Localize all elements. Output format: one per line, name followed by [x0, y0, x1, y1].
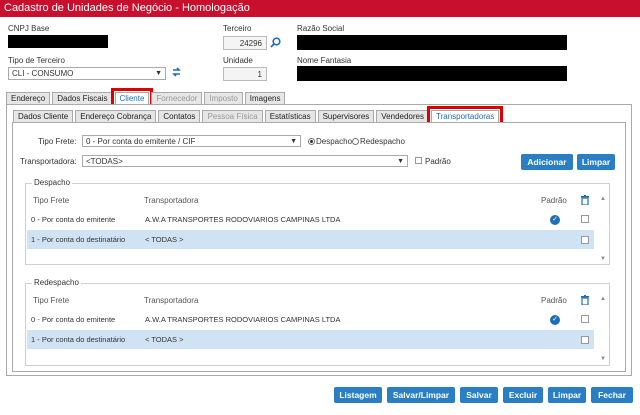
row-tipo: 1 - Por conta do destinatário [31, 335, 126, 344]
row-tipo: 1 - Por conta do destinatário [31, 235, 126, 244]
window-title: Cadastro de Unidades de Negócio - Homolo… [0, 0, 640, 17]
chevron-down-icon: ▼ [155, 70, 162, 77]
limpar-button[interactable]: Limpar [548, 387, 586, 403]
check-circle-icon: ✓ [550, 315, 560, 325]
trash-icon[interactable] [581, 195, 589, 206]
salvar-button[interactable]: Salvar [460, 387, 498, 403]
despacho-header-transportadora: Transportadora [144, 196, 199, 205]
redespacho-header-transportadora: Transportadora [144, 296, 199, 305]
tab-imposto[interactable]: Imposto [204, 92, 243, 104]
tab-cliente[interactable]: Cliente [110, 88, 154, 108]
tab-contatos[interactable]: Contatos [158, 110, 201, 122]
despacho-header-tipo: Tipo Frete [33, 196, 70, 205]
unidade-field[interactable]: 1 [223, 67, 267, 81]
tab-pessoa-fisica[interactable]: Pessoa Física [202, 110, 263, 122]
despacho-title: Despacho [32, 178, 73, 187]
row-transportadora: < TODAS > [145, 235, 184, 244]
tipo-terceiro-select[interactable]: CLI - CONSUMO ▼ [8, 67, 166, 80]
redespacho-title: Redespacho [32, 278, 81, 287]
tipo-terceiro-label: Tipo de Terceiro [8, 56, 65, 65]
terceiro-field[interactable]: 24296 [223, 36, 267, 50]
tipo-terceiro-value: CLI - CONSUMO [12, 69, 74, 78]
row-select-checkbox[interactable] [581, 215, 589, 223]
tipo-frete-select[interactable]: 0 - Por conta do emitente / CIF ▼ [82, 135, 301, 147]
padrao-checkbox[interactable] [415, 157, 422, 164]
excluir-button[interactable]: Excluir [503, 387, 543, 403]
redespacho-header-tipo: Tipo Frete [33, 296, 70, 305]
chevron-down-icon: ▼ [397, 158, 404, 165]
adicionar-button[interactable]: Adicionar [521, 154, 573, 170]
tab-supervisores[interactable]: Supervisores [317, 110, 375, 122]
fechar-button[interactable]: Fechar [591, 387, 633, 403]
scroll-up-icon[interactable]: ▲ [600, 196, 606, 202]
table-row[interactable]: 0 - Por conta do emitente A.W.A TRANSPOR… [27, 310, 594, 329]
nome-fantasia-field[interactable] [297, 66, 567, 81]
tab-estatisticas[interactable]: Estatísticas [264, 110, 316, 122]
scroll-down-icon[interactable]: ▼ [600, 356, 606, 362]
cnpj-field[interactable] [8, 35, 108, 48]
despacho-header-padrao: Padrão [541, 196, 567, 205]
tab-dados-cliente[interactable]: Dados Cliente [13, 110, 74, 122]
row-select-checkbox[interactable] [581, 336, 589, 344]
salvar-limpar-button[interactable]: Salvar/Limpar [387, 387, 455, 403]
tab-imagens[interactable]: Imagens [244, 92, 286, 104]
tab-transportadoras[interactable]: Transportadoras [426, 106, 504, 126]
razao-social-field[interactable] [297, 35, 567, 50]
cnpj-label: CNPJ Base [8, 24, 50, 33]
row-select-checkbox[interactable] [581, 315, 589, 323]
sub-tabs: Dados Cliente Endereço Cobrança Contatos… [13, 106, 504, 126]
tipo-frete-label: Tipo Frete: [38, 137, 77, 146]
table-row[interactable]: 0 - Por conta do emitente A.W.A TRANSPOR… [27, 210, 594, 229]
limpar-top-button[interactable]: Limpar [577, 154, 615, 170]
terceiro-label: Terceiro [223, 24, 252, 33]
search-icon[interactable] [270, 37, 281, 51]
check-circle-icon: ✓ [550, 215, 560, 225]
row-tipo: 0 - Por conta do emitente [31, 215, 116, 224]
padrao-checkbox-label: Padrão [425, 157, 451, 166]
tab-dados-fiscais[interactable]: Dados Fiscais [52, 92, 113, 104]
despacho-radio[interactable] [308, 138, 315, 145]
chevron-down-icon: ▼ [290, 138, 297, 145]
table-row[interactable]: 1 - Por conta do destinatário < TODAS > [27, 230, 594, 249]
swap-icon[interactable] [171, 66, 182, 81]
listagem-button[interactable]: Listagem [334, 387, 382, 403]
nome-fantasia-label: Nome Fantasia [297, 56, 352, 65]
razao-social-label: Razão Social [297, 24, 345, 33]
transportadora-label: Transportadora: [20, 157, 77, 166]
tab-fornecedor[interactable]: Fornecedor [151, 92, 203, 104]
row-select-checkbox[interactable] [581, 236, 589, 244]
transportadora-select[interactable]: <TODAS> ▼ [82, 155, 408, 167]
despacho-radio-label: Despacho [316, 137, 353, 146]
tipo-frete-value: 0 - Por conta do emitente / CIF [86, 137, 196, 146]
transportadora-value: <TODAS> [86, 157, 123, 166]
scroll-up-icon[interactable]: ▲ [600, 296, 606, 302]
tab-vendedores[interactable]: Vendedores [376, 110, 429, 122]
table-row[interactable]: 1 - Por conta do destinatário < TODAS > [27, 330, 594, 349]
redespacho-radio[interactable] [352, 138, 359, 145]
tab-endereco[interactable]: Endereço [6, 92, 51, 104]
row-transportadora: A.W.A TRANSPORTES RODOVIARIOS CAMPINAS L… [145, 215, 341, 224]
trash-icon[interactable] [581, 295, 589, 306]
redespacho-radio-label: Redespacho [360, 137, 405, 146]
redespacho-header-padrao: Padrão [541, 296, 567, 305]
row-transportadora: < TODAS > [145, 335, 184, 344]
main-tabs: Endereço Dados Fiscais Cliente Fornecedo… [6, 88, 287, 108]
row-tipo: 0 - Por conta do emitente [31, 315, 116, 324]
tab-endereco-cobranca[interactable]: Endereço Cobrança [75, 110, 157, 122]
scroll-down-icon[interactable]: ▼ [600, 256, 606, 262]
row-transportadora: A.W.A TRANSPORTES RODOVIARIOS CAMPINAS L… [145, 315, 341, 324]
unidade-label: Unidade [223, 56, 253, 65]
